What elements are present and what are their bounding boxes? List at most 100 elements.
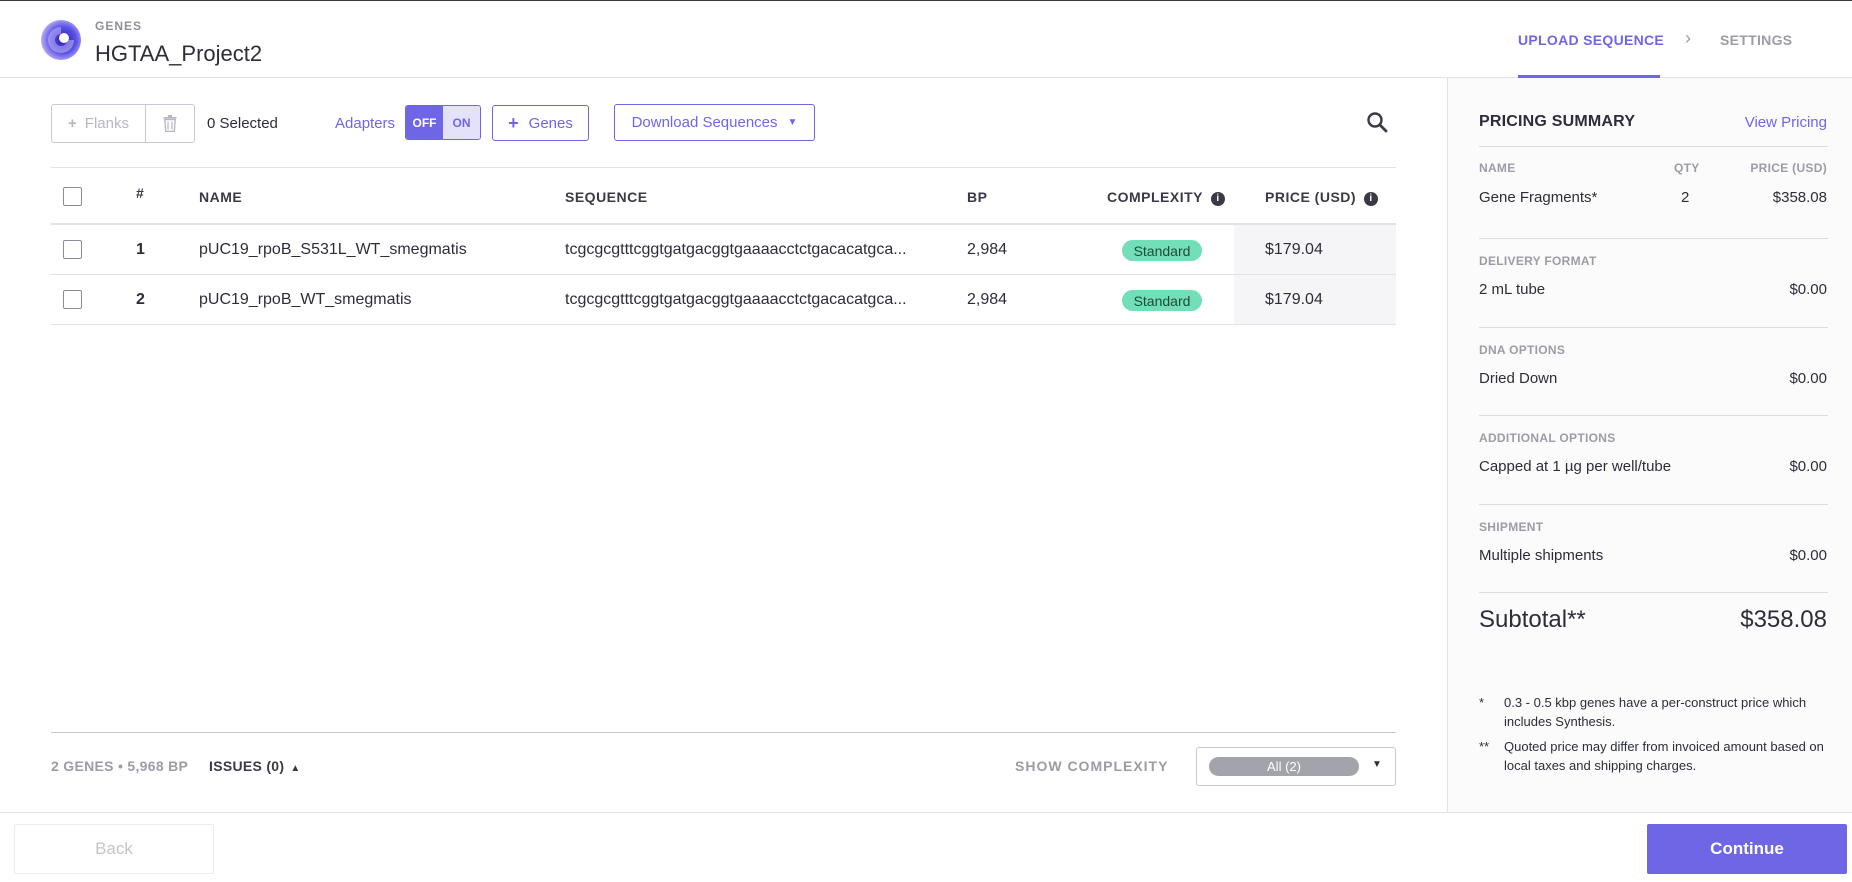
subtotal-value: $358.08 — [1740, 606, 1827, 633]
divider — [1479, 592, 1828, 593]
header-bp[interactable]: BP — [967, 189, 987, 205]
view-pricing-link[interactable]: View Pricing — [1745, 114, 1827, 131]
additional-options-label: ADDITIONAL OPTIONS — [1479, 431, 1616, 445]
delivery-format-value: 2 mL tube — [1479, 281, 1546, 298]
plus-icon: + — [68, 115, 77, 132]
caret-up-icon: ▲ — [290, 763, 301, 774]
table-header: # NAME SEQUENCE BP COMPLEXITY i PRICE (US… — [51, 167, 1396, 225]
show-complexity-label: SHOW COMPLEXITY — [1015, 758, 1169, 774]
item-qty: 2 — [1681, 189, 1690, 206]
gene-name: pUC19_rpoB_S531L_WT_smegmatis — [199, 241, 467, 258]
genes-table: # NAME SEQUENCE BP COMPLEXITY i PRICE (US… — [51, 167, 1396, 325]
footnote-2-mark: ** — [1479, 739, 1490, 754]
delivery-format-label: DELIVERY FORMAT — [1479, 254, 1597, 268]
pricing-summary-title: PRICING SUMMARY — [1479, 113, 1636, 130]
col-qty-label: QTY — [1674, 161, 1700, 175]
header-complexity[interactable]: COMPLEXITY i — [1107, 189, 1226, 206]
divider — [1479, 238, 1828, 239]
footnote-2-text: Quoted price may differ from invoiced am… — [1504, 739, 1824, 773]
divider — [1479, 415, 1828, 416]
add-genes-button[interactable]: + Genes — [492, 105, 589, 141]
step-upload-sequence[interactable]: UPLOAD SEQUENCE — [1518, 32, 1664, 48]
item-name: Gene Fragments* — [1479, 189, 1598, 206]
back-button[interactable]: Back — [14, 824, 214, 874]
row-checkbox[interactable] — [63, 290, 82, 309]
row-number: 2 — [136, 291, 145, 308]
footer-divider — [51, 732, 1396, 733]
flanks-label: Flanks — [84, 115, 129, 132]
trash-icon — [163, 115, 177, 132]
dna-options-label: DNA OPTIONS — [1479, 343, 1566, 357]
delete-button[interactable] — [146, 105, 194, 142]
item-price: $358.08 — [1772, 189, 1827, 206]
header-sequence[interactable]: SEQUENCE — [565, 189, 648, 205]
row-checkbox[interactable] — [63, 240, 82, 259]
bottom-nav-bar: Back Continue — [0, 812, 1852, 882]
shipment-price: $0.00 — [1789, 547, 1827, 564]
gene-price: $179.04 — [1265, 291, 1323, 308]
pricing-summary-panel: PRICING SUMMARY View Pricing NAME QTY PR… — [1447, 78, 1852, 812]
table-row[interactable]: 2 pUC19_rpoB_WT_smegmatis tcgcgcgtttcggt… — [51, 275, 1396, 325]
complexity-badge: Standard — [1122, 240, 1202, 261]
footnote-1: * 0.3 - 0.5 kbp genes have a per-constru… — [1479, 693, 1829, 733]
dna-options-price: $0.00 — [1789, 370, 1827, 387]
footnote-1-text: 0.3 - 0.5 kbp genes have a per-construct… — [1504, 695, 1807, 729]
search-icon[interactable] — [1366, 111, 1388, 133]
adapters-toggle[interactable]: OFF ON — [405, 105, 481, 140]
additional-options-price: $0.00 — [1789, 458, 1827, 475]
plus-icon: + — [508, 112, 519, 133]
issues-toggle[interactable]: ISSUES (0) ▲ — [209, 758, 301, 774]
gene-sequence: tcgcgcgtttcggtgatgacggtgaaaacctctgacacat… — [565, 241, 907, 258]
header-price[interactable]: PRICE (USD) i — [1265, 189, 1379, 206]
caret-down-icon: ▼ — [787, 117, 798, 128]
header-complexity-label: COMPLEXITY — [1107, 189, 1204, 205]
footnote-2: ** Quoted price may differ from invoiced… — [1479, 737, 1829, 777]
add-flanks-button[interactable]: + Flanks — [52, 105, 146, 142]
project-title: HGTAA_Project2 — [95, 41, 263, 66]
gene-sequence: tcgcgcgtttcggtgatgacggtgaaaacctctgacacat… — [565, 291, 907, 308]
complexity-badge: Standard — [1122, 290, 1202, 311]
additional-options-value: Capped at 1 µg per well/tube — [1479, 458, 1672, 475]
price-cell: $179.04 — [1234, 225, 1396, 274]
logo-icon — [41, 20, 81, 60]
app-header: GENES HGTAA_Project2 UPLOAD SEQUENCE › S… — [0, 0, 1852, 78]
header-price-label: PRICE (USD) — [1265, 189, 1357, 205]
adapters-on-option[interactable]: ON — [443, 106, 480, 139]
col-price-label: PRICE (USD) — [1750, 161, 1827, 175]
shipment-label: SHIPMENT — [1479, 520, 1544, 534]
row-number: 1 — [136, 241, 145, 258]
divider — [1479, 327, 1828, 328]
delivery-format-price: $0.00 — [1789, 281, 1827, 298]
gene-name: pUC19_rpoB_WT_smegmatis — [199, 291, 412, 308]
flanks-trash-group: + Flanks — [51, 104, 195, 143]
price-cell: $179.04 — [1234, 275, 1396, 324]
table-row[interactable]: 1 pUC19_rpoB_S531L_WT_smegmatis tcgcgcgt… — [51, 225, 1396, 275]
select-all-checkbox[interactable] — [63, 187, 82, 206]
adapters-label: Adapters — [335, 115, 396, 132]
caret-down-icon: ▼ — [1372, 759, 1382, 770]
divider — [1479, 146, 1828, 147]
main-panel: + Flanks 0 Selected Adapters OFF ON + Ge… — [0, 78, 1447, 812]
download-sequences-button[interactable]: Download Sequences ▼ — [614, 104, 815, 141]
complexity-filter-select[interactable]: All (2) ▼ — [1196, 747, 1396, 786]
download-label: Download Sequences — [631, 114, 778, 131]
step-settings[interactable]: SETTINGS — [1720, 32, 1792, 48]
chevron-right-icon: › — [1685, 28, 1691, 48]
dna-options-value: Dried Down — [1479, 370, 1558, 387]
issues-label: ISSUES (0) — [209, 758, 285, 774]
subtotal-label: Subtotal** — [1479, 606, 1586, 633]
info-icon[interactable]: i — [1364, 192, 1379, 206]
adapters-off-option[interactable]: OFF — [406, 106, 443, 139]
col-name-label: NAME — [1479, 161, 1516, 175]
gene-bp: 2,984 — [967, 291, 1008, 308]
genes-label: Genes — [528, 114, 573, 132]
info-icon[interactable]: i — [1211, 192, 1226, 206]
selected-count: 0 Selected — [207, 115, 278, 132]
continue-button[interactable]: Continue — [1647, 824, 1847, 874]
footnote-1-mark: * — [1479, 695, 1485, 710]
header-num: # — [136, 185, 145, 201]
gene-price: $179.04 — [1265, 241, 1323, 258]
genes-summary: 2 GENES • 5,968 BP — [51, 758, 189, 774]
brand-label: GENES — [95, 19, 143, 33]
header-name[interactable]: NAME — [199, 189, 242, 205]
